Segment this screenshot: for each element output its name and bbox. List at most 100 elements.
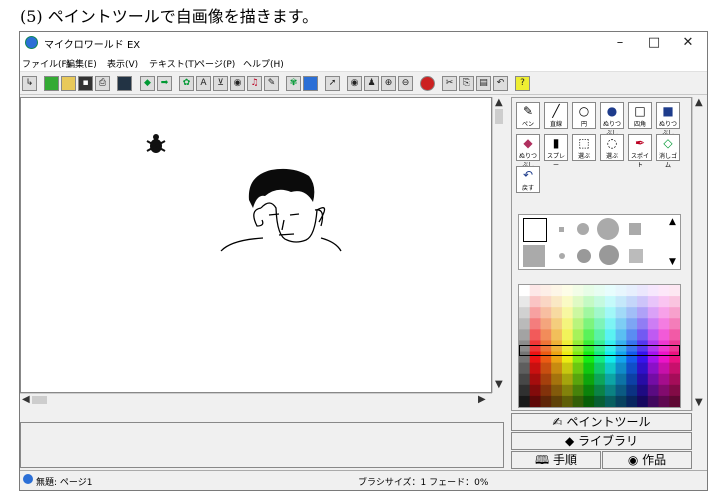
- brush-selected[interactable]: [523, 218, 547, 242]
- pen-tool[interactable]: ✎ ペン: [516, 102, 540, 129]
- undo-icon[interactable]: ↶: [493, 76, 508, 91]
- color-swatch[interactable]: [519, 373, 531, 386]
- color-swatch[interactable]: [583, 395, 595, 408]
- eraser-tool[interactable]: ◇ 消しゴム: [656, 134, 680, 169]
- color-swatch[interactable]: [561, 296, 574, 308]
- color-swatch[interactable]: [540, 318, 552, 330]
- cut-icon[interactable]: ✂: [442, 76, 457, 91]
- menu-file[interactable]: ファイル(F): [22, 57, 70, 70]
- drawing-canvas[interactable]: [20, 97, 492, 393]
- back-arrow-icon[interactable]: ◆: [140, 76, 155, 91]
- color-swatch[interactable]: [604, 373, 617, 386]
- color-swatch[interactable]: [529, 296, 541, 308]
- save-icon[interactable]: ▪: [78, 76, 93, 91]
- scroll-down-icon[interactable]: ▼: [495, 379, 503, 390]
- color-swatch[interactable]: [626, 307, 638, 319]
- color-swatch[interactable]: [529, 285, 541, 297]
- scroll-left-icon[interactable]: ◀: [22, 394, 30, 405]
- color-swatch[interactable]: [540, 285, 552, 297]
- eye-icon[interactable]: ◉: [230, 76, 245, 91]
- color-swatch[interactable]: [658, 373, 670, 386]
- color-swatch[interactable]: [583, 318, 595, 330]
- brush-round-large[interactable]: [599, 245, 619, 265]
- color-swatch[interactable]: [647, 362, 660, 375]
- color-swatch[interactable]: [658, 318, 670, 330]
- color-swatch[interactable]: [615, 373, 627, 386]
- color-swatch[interactable]: [615, 329, 627, 341]
- brush-medium[interactable]: [577, 223, 589, 235]
- scroll-right-icon[interactable]: ▶: [478, 394, 486, 405]
- paint-tool-tab[interactable]: ✍ ペイントツール: [511, 413, 692, 431]
- turtle-icon[interactable]: ✿: [179, 76, 194, 91]
- pencil-icon[interactable]: ✎: [264, 76, 279, 91]
- brush-small[interactable]: [559, 227, 564, 232]
- color-swatch[interactable]: [551, 307, 563, 319]
- color-swatch[interactable]: [572, 384, 584, 397]
- scroll-up-icon[interactable]: ▲: [695, 97, 703, 108]
- brush-square[interactable]: [629, 223, 641, 235]
- minimize-button[interactable]: –: [603, 32, 637, 54]
- color-swatch[interactable]: [551, 384, 563, 397]
- lasso-select-tool[interactable]: ◌ 選ぶ: [600, 134, 624, 161]
- color-palette[interactable]: [518, 284, 681, 408]
- color-swatch[interactable]: [594, 318, 606, 330]
- color-swatch[interactable]: [626, 362, 638, 375]
- color-swatch[interactable]: [594, 395, 606, 408]
- color-swatch[interactable]: [669, 384, 681, 397]
- color-swatch[interactable]: [669, 373, 681, 386]
- scroll-down-icon[interactable]: ▼: [669, 257, 676, 267]
- color-swatch[interactable]: [551, 296, 563, 308]
- color-swatch[interactable]: [647, 373, 660, 386]
- brush-soft[interactable]: [629, 249, 643, 263]
- scroll-thumb[interactable]: [32, 396, 47, 404]
- color-swatch[interactable]: [604, 296, 617, 308]
- color-swatch[interactable]: [669, 329, 681, 341]
- color-swatch[interactable]: [626, 318, 638, 330]
- color-swatch[interactable]: [658, 329, 670, 341]
- color-swatch[interactable]: [658, 296, 670, 308]
- color-swatch[interactable]: [647, 307, 660, 319]
- color-swatch[interactable]: [540, 329, 552, 341]
- color-swatch[interactable]: [604, 329, 617, 341]
- color-swatch[interactable]: [615, 318, 627, 330]
- stop-icon[interactable]: [420, 76, 435, 91]
- color-swatch[interactable]: [669, 285, 681, 297]
- color-swatch[interactable]: [637, 318, 649, 330]
- pointer-icon[interactable]: ➚: [325, 76, 340, 91]
- color-swatch[interactable]: [626, 329, 638, 341]
- color-swatch[interactable]: [519, 296, 531, 308]
- color-swatch[interactable]: [572, 307, 584, 319]
- scroll-up-icon[interactable]: ▲: [495, 97, 503, 108]
- menu-page[interactable]: ページ(P): [196, 57, 235, 70]
- color-swatch[interactable]: [669, 296, 681, 308]
- color-swatch[interactable]: [669, 307, 681, 319]
- color-swatch[interactable]: [594, 285, 606, 297]
- color-swatch[interactable]: [529, 318, 541, 330]
- filled-circle-tool[interactable]: ●ぬりつぶし: [600, 102, 624, 137]
- brush-large[interactable]: [597, 218, 619, 240]
- color-swatch[interactable]: [604, 384, 617, 397]
- color-swatch[interactable]: [540, 395, 552, 408]
- scroll-thumb[interactable]: [495, 109, 503, 124]
- eyedropper-tool[interactable]: ✒ スポイト: [628, 134, 652, 169]
- color-swatch[interactable]: [540, 307, 552, 319]
- zoom-out-icon[interactable]: ⊖: [398, 76, 413, 91]
- color-swatch[interactable]: [583, 373, 595, 386]
- spray-tool[interactable]: ▮ スプレー: [544, 134, 568, 169]
- works-tab[interactable]: ◉ 作品: [602, 451, 692, 469]
- color-swatch[interactable]: [669, 395, 681, 408]
- color-swatch[interactable]: [594, 362, 606, 375]
- menu-view[interactable]: 表示(V): [107, 57, 138, 70]
- color-swatch[interactable]: [647, 318, 660, 330]
- color-swatch[interactable]: [583, 329, 595, 341]
- color-swatch[interactable]: [540, 373, 552, 386]
- print-icon[interactable]: ⎙: [95, 76, 110, 91]
- color-swatch[interactable]: [572, 285, 584, 297]
- color-swatch[interactable]: [658, 307, 670, 319]
- color-swatch[interactable]: [626, 384, 638, 397]
- color-swatch[interactable]: [540, 296, 552, 308]
- color-swatch[interactable]: [583, 285, 595, 297]
- color-swatch[interactable]: [615, 307, 627, 319]
- color-swatch[interactable]: [551, 373, 563, 386]
- color-swatch[interactable]: [669, 318, 681, 330]
